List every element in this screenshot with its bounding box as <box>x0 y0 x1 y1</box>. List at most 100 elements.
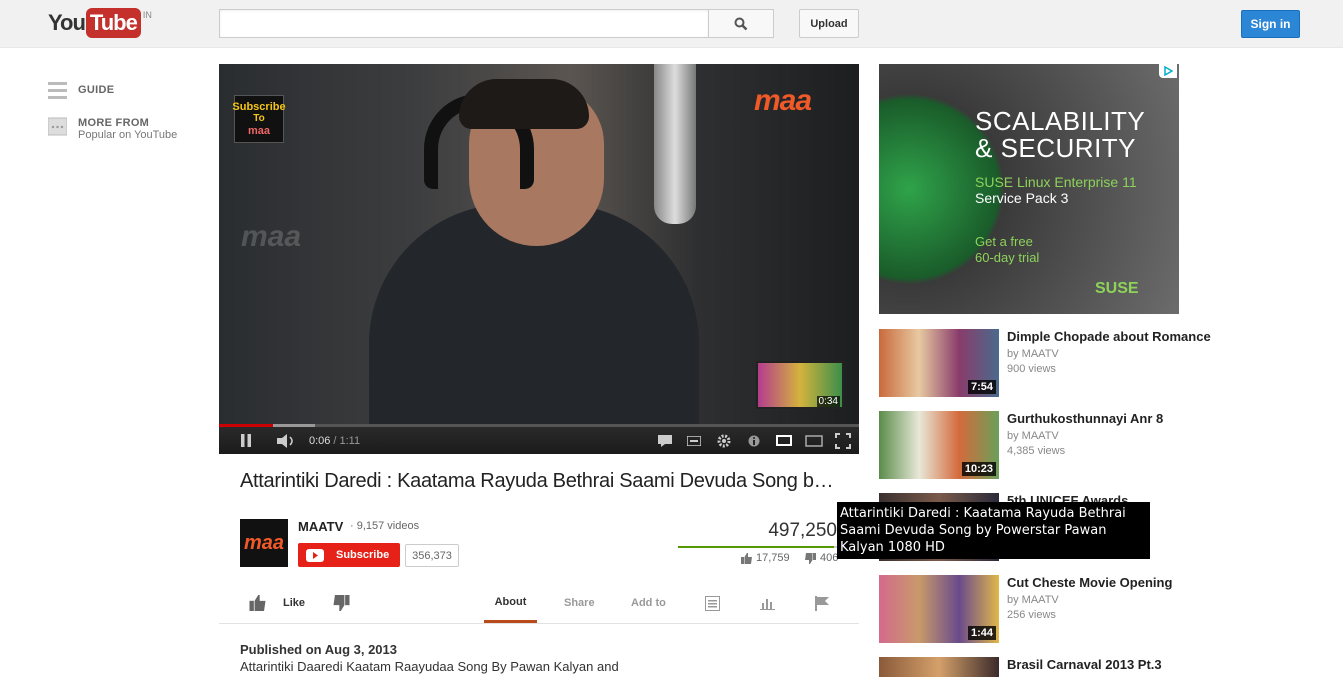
transcript-button[interactable] <box>705 584 720 622</box>
related-duration: 1:44 <box>967 626 996 640</box>
pause-button[interactable] <box>231 427 261 454</box>
related-title[interactable]: Brasil Carnaval 2013 Pt.3 <box>1007 657 1162 672</box>
youtube-logo[interactable]: You Tube IN <box>48 8 152 38</box>
ad-offer-line-2: 60-day trial <box>975 250 1040 265</box>
dislike-count-group: 406 <box>805 552 838 564</box>
related-title[interactable]: Gurthukosthunnayi Anr 8 <box>1007 411 1163 426</box>
thumbs-up-small-icon <box>741 552 752 564</box>
volume-button[interactable] <box>274 427 300 454</box>
related-thumbnail[interactable]: 7:54 <box>879 329 999 397</box>
channel-avatar-logo: maa <box>243 531 285 554</box>
related-thumbnail[interactable]: 10:23 <box>879 411 999 479</box>
ad-headline: SCALABILITY & SECURITY <box>975 108 1145 162</box>
total-time: 1:11 <box>339 434 361 447</box>
transcript-icon <box>705 595 720 611</box>
annotations-button[interactable] <box>654 427 676 454</box>
thumbs-up-icon <box>249 595 266 611</box>
adchoices-icon[interactable] <box>1159 64 1177 78</box>
related-channel: by MAATV <box>1007 430 1059 442</box>
guide-label: GUIDE <box>78 84 115 96</box>
player-controls: 0:06 / 1:11 <box>219 427 859 454</box>
related-views: 4,385 views <box>1007 445 1066 457</box>
search-input[interactable] <box>219 9 709 38</box>
related-video[interactable]: Brasil Carnaval 2013 Pt.3 <box>879 657 1219 677</box>
sign-in-button[interactable]: Sign in <box>1241 10 1300 38</box>
tab-share[interactable]: Share <box>564 584 595 622</box>
microphone-graphic <box>654 64 696 224</box>
subscriber-count: 356,373 <box>405 544 459 567</box>
youtube-play-icon <box>306 548 324 562</box>
speech-bubble-icon <box>658 434 672 447</box>
view-count: 497,250 <box>768 520 837 541</box>
search-icon <box>734 17 748 30</box>
video-player[interactable]: Subscribe To maa maa maa 0:34 0:06 / 1:1… <box>219 64 859 454</box>
overlay-to-text: To <box>253 113 265 124</box>
masthead: You Tube IN Upload Sign in <box>0 0 1343 48</box>
related-views: 256 views <box>1007 609 1056 621</box>
logo-tube: Tube <box>85 8 141 38</box>
settings-button[interactable] <box>713 427 735 454</box>
related-title[interactable]: Cut Cheste Movie Opening <box>1007 575 1172 590</box>
like-button[interactable]: Like <box>249 584 305 622</box>
large-player-button[interactable] <box>803 427 825 454</box>
dislike-count: 406 <box>820 552 839 564</box>
more-from-label: MORE FROM <box>78 117 150 129</box>
related-channel: by MAATV <box>1007 348 1059 360</box>
ad-offer: Get a free 60-day trial <box>975 234 1039 266</box>
tab-about[interactable]: About <box>484 584 537 623</box>
related-title[interactable]: Dimple Chopade about Romance <box>1007 329 1211 344</box>
tab-add-to[interactable]: Add to <box>631 584 666 622</box>
stats-icon <box>760 598 775 610</box>
logo-you: You <box>48 10 86 35</box>
channel-avatar[interactable]: maa <box>240 519 288 567</box>
guide-button[interactable]: GUIDE <box>48 81 114 100</box>
related-duration: 10:23 <box>961 462 996 476</box>
ad-headline-line-1: SCALABILITY <box>975 106 1146 136</box>
small-player-icon <box>776 435 792 446</box>
subscribe-label: Subscribe <box>336 549 390 561</box>
captions-icon <box>687 435 701 446</box>
statistics-button[interactable] <box>760 584 775 622</box>
video-frame[interactable]: Subscribe To maa maa maa 0:34 <box>219 64 859 434</box>
like-count: 17,759 <box>756 552 790 564</box>
publish-date: Published on Aug 3, 2013 <box>240 642 397 657</box>
dislike-button[interactable] <box>333 584 350 622</box>
search-button[interactable] <box>708 9 774 38</box>
related-thumbnail[interactable]: 1:44 <box>879 575 999 643</box>
video-watermark: maa <box>241 220 302 253</box>
related-video[interactable]: 10:23 Gurthukosthunnayi Anr 8 by MAATV 4… <box>879 411 1219 479</box>
guide-more-from[interactable]: MORE FROM Popular on YouTube <box>48 117 177 141</box>
flag-icon <box>815 595 829 611</box>
suse-logo: SUSE <box>1095 280 1139 297</box>
captions-button[interactable] <box>683 427 705 454</box>
guide-menu-icon <box>48 82 67 99</box>
like-label: Like <box>283 597 306 609</box>
logo-country-code: IN <box>142 10 152 20</box>
endcard-thumbnail[interactable]: 0:34 <box>756 361 844 409</box>
small-player-button[interactable] <box>773 427 795 454</box>
related-thumbnail[interactable] <box>879 657 999 677</box>
like-ratio-fill <box>678 546 835 548</box>
like-count-group: 17,759 <box>741 552 790 564</box>
large-player-icon <box>805 434 823 447</box>
ad-product-line-2: Service Pack 3 <box>975 190 1069 206</box>
current-time: 0:06 <box>309 434 331 447</box>
fullscreen-button[interactable] <box>832 427 854 454</box>
subscribe-overlay[interactable]: Subscribe To maa <box>232 95 286 143</box>
related-video[interactable]: 7:54 Dimple Chopade about Romance by MAA… <box>879 329 1219 397</box>
overlay-subscribe-text: Subscribe <box>232 101 286 113</box>
related-duration: 7:54 <box>967 380 996 394</box>
suse-ad[interactable]: SCALABILITY & SECURITY SUSE Linux Enterp… <box>879 64 1179 314</box>
channel-name[interactable]: MAATV <box>298 519 343 534</box>
channel-video-count[interactable]: · 9,157 videos <box>350 520 419 532</box>
subscribe-button[interactable]: Subscribe <box>298 543 400 567</box>
time-display: 0:06 / 1:11 <box>309 427 360 454</box>
info-button[interactable] <box>743 427 765 454</box>
ad-headline-line-2: & SECURITY <box>975 133 1137 163</box>
upload-button[interactable]: Upload <box>799 9 859 38</box>
related-video[interactable]: 1:44 Cut Cheste Movie Opening by MAATV 2… <box>879 575 1219 643</box>
pause-icon <box>241 434 251 447</box>
report-button[interactable] <box>815 584 829 622</box>
ad-product-line-1: SUSE Linux Enterprise 11 <box>975 174 1137 190</box>
thumbs-down-icon <box>333 595 350 611</box>
